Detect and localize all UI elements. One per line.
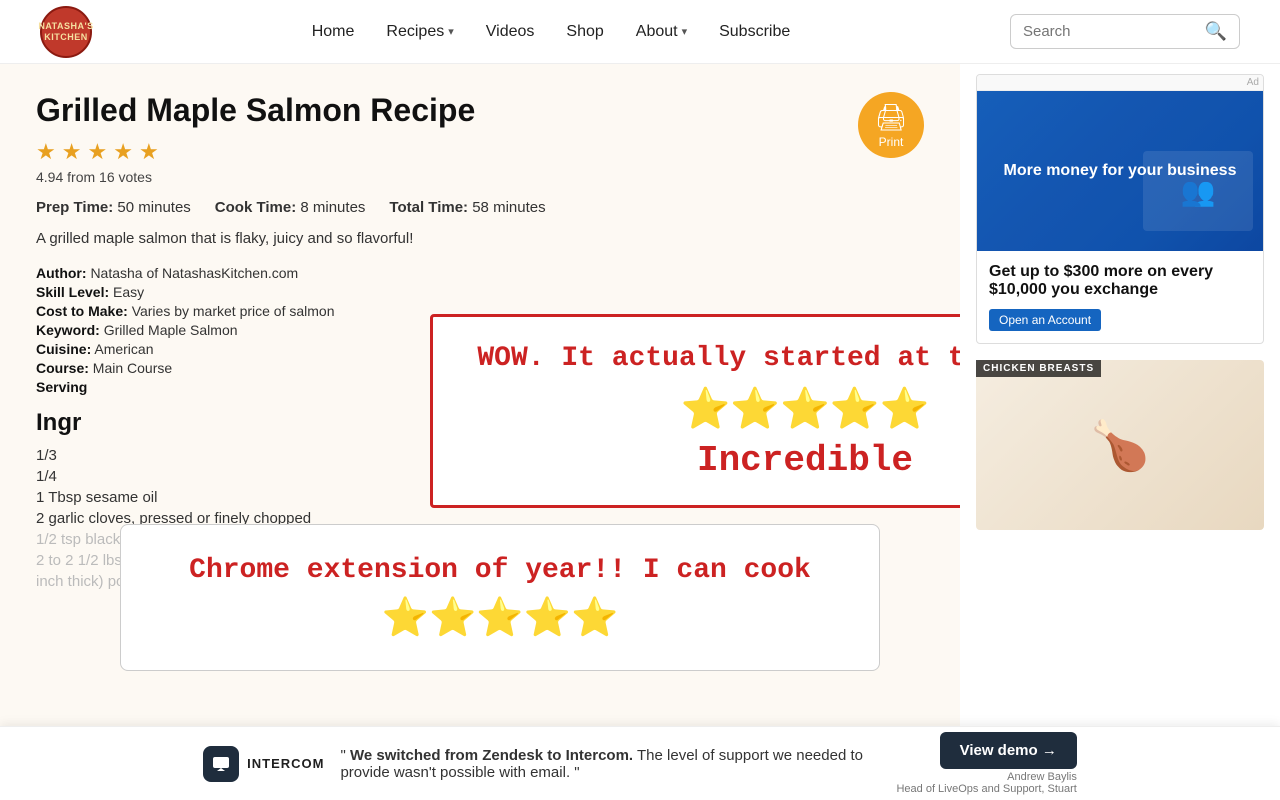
total-time: Total Time: 58 minutes <box>389 199 545 216</box>
about-chevron: ▾ <box>682 25 688 38</box>
nav-shop[interactable]: Shop <box>566 23 603 41</box>
overlay-wow: WOW. It actually started at the recipe! … <box>430 314 960 508</box>
nav-videos[interactable]: Videos <box>486 23 535 41</box>
ad-top-bar: Ad <box>977 75 1263 91</box>
content-area: 🖨 Print Grilled Maple Salmon Recipe ★ ★ … <box>0 64 960 800</box>
cook-time: Cook Time: 8 minutes <box>215 199 366 216</box>
overlay-wow-stars: ⭐⭐⭐⭐⭐ <box>469 385 960 432</box>
intercom-cta-button[interactable]: View demo → <box>940 732 1077 769</box>
ad-image: 👥 More money for your business <box>977 91 1263 251</box>
overlay-wow-text: WOW. It actually started at the recipe! <box>469 341 960 377</box>
rating-text: 4.94 from 16 votes <box>36 169 924 185</box>
intercom-byline: Andrew Baylis Head of LiveOps and Suppor… <box>896 771 1076 795</box>
time-row: Prep Time: 50 minutes Cook Time: 8 minut… <box>36 199 924 216</box>
recipe-title: Grilled Maple Salmon Recipe <box>36 92 924 129</box>
overlay-chrome-text: Chrome extension of year!! I can cook <box>161 555 839 586</box>
search-input[interactable] <box>1023 23 1197 40</box>
ad-badge: Ad <box>1247 77 1259 88</box>
star-2[interactable]: ★ <box>62 139 82 165</box>
ad-content: Get up to $300 more on every $10,000 you… <box>977 251 1263 343</box>
ad-image-text: More money for your business <box>988 146 1253 196</box>
quote-close: " <box>574 764 579 781</box>
nav-recipes[interactable]: Recipes ▾ <box>386 23 453 41</box>
print-button[interactable]: 🖨 Print <box>858 92 924 158</box>
meta-skill: Skill Level: Easy <box>36 284 924 300</box>
meta-author: Author: Natasha of NatashasKitchen.com <box>36 265 924 281</box>
intercom-banner: INTERCOM " We switched from Zendesk to I… <box>0 726 1280 800</box>
print-icon: 🖨 <box>874 102 907 133</box>
star-3[interactable]: ★ <box>87 139 107 165</box>
star-5[interactable]: ★ <box>139 139 159 165</box>
search-bar[interactable]: 🔍 <box>1010 14 1240 49</box>
star-1[interactable]: ★ <box>36 139 56 165</box>
intercom-quote-bold: We switched from Zendesk to Intercom. <box>350 747 633 764</box>
chicken-promo: 🍗 CHICKEN BREASTS <box>976 360 1264 530</box>
intercom-text: " We switched from Zendesk to Intercom. … <box>340 747 880 781</box>
main-nav: Home Recipes ▾ Videos Shop About ▾ Subsc… <box>312 23 791 41</box>
intercom-right: View demo → Andrew Baylis Head of LiveOp… <box>896 732 1076 795</box>
main-area: 🖨 Print Grilled Maple Salmon Recipe ★ ★ … <box>0 64 1280 800</box>
star-4[interactable]: ★ <box>113 139 133 165</box>
logo[interactable]: NATASHA'SKITCHEN <box>40 6 92 58</box>
ad-content-title: Get up to $300 more on every $10,000 you… <box>989 263 1251 299</box>
recipe-description: A grilled maple salmon that is flaky, ju… <box>36 230 924 247</box>
chicken-label: CHICKEN BREASTS <box>976 360 1101 377</box>
ad-cta-button[interactable]: Open an Account <box>989 309 1101 331</box>
overlay-wow-incredible: Incredible <box>469 440 960 481</box>
sidebar-ad[interactable]: Ad 👥 More money for your business Get up… <box>976 74 1264 344</box>
intercom-icon <box>203 746 239 782</box>
rating-stars-row: ★ ★ ★ ★ ★ <box>36 139 924 165</box>
nav-home[interactable]: Home <box>312 23 355 41</box>
print-label: Print <box>879 135 904 149</box>
header: NATASHA'SKITCHEN Home Recipes ▾ Videos S… <box>0 0 1280 64</box>
recipes-chevron: ▾ <box>448 25 454 38</box>
prep-time: Prep Time: 50 minutes <box>36 199 191 216</box>
nav-subscribe[interactable]: Subscribe <box>719 23 790 41</box>
sidebar: Ad 👥 More money for your business Get up… <box>960 64 1280 800</box>
overlay-chrome-stars: ⭐⭐⭐⭐⭐ <box>161 596 839 640</box>
overlay-chrome: Chrome extension of year!! I can cook ⭐⭐… <box>120 524 880 671</box>
search-icon: 🔍 <box>1205 21 1227 42</box>
intercom-logo: INTERCOM <box>203 746 324 782</box>
nav-about[interactable]: About ▾ <box>636 23 687 41</box>
logo-circle: NATASHA'SKITCHEN <box>40 6 92 58</box>
quote-open: " <box>340 747 345 764</box>
